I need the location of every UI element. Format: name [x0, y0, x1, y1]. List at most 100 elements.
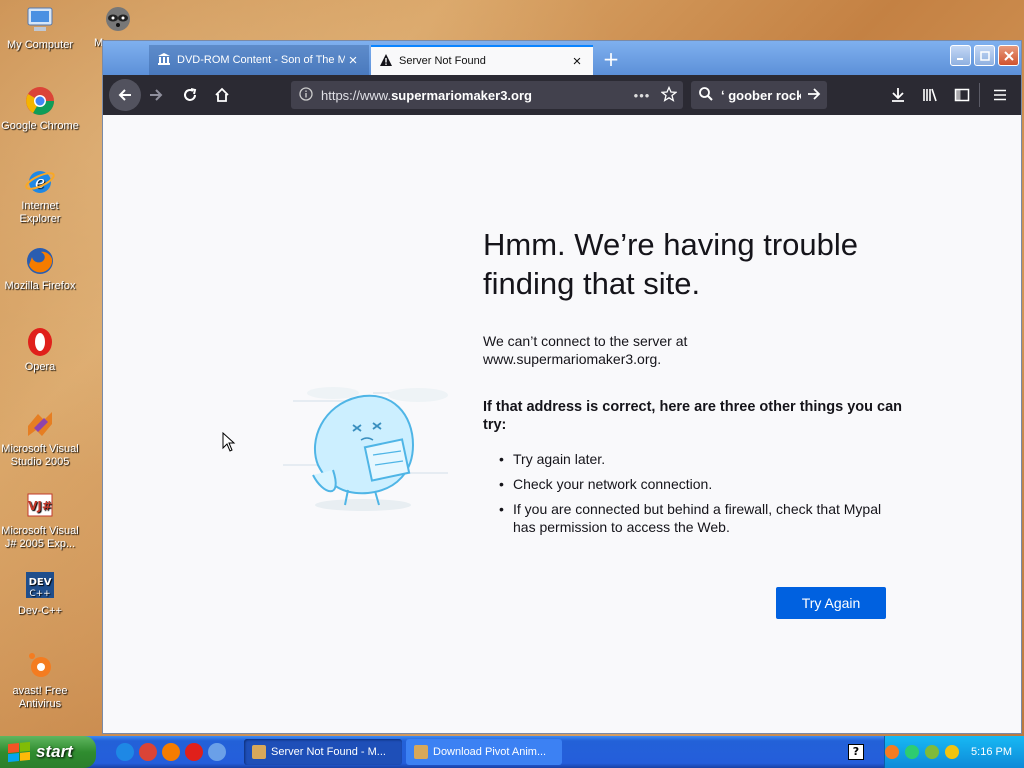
desktop-icon-avast[interactable]: avast! Free Antivirus [0, 650, 80, 711]
desktop-icon-firefox[interactable]: Mozilla Firefox [0, 245, 80, 293]
download-icon [892, 88, 904, 102]
desktop-icon-label: Dev-C++ [17, 605, 63, 617]
toolbar-separator [979, 83, 980, 107]
mouse-cursor-icon [222, 432, 236, 452]
tab-strip: DVD-ROM Content - Son of The M × Server … [103, 41, 1021, 75]
page-actions-menu-button[interactable]: ••• [629, 88, 655, 103]
tab-dvd-rom-content[interactable]: DVD-ROM Content - Son of The M × [149, 45, 369, 75]
taskbar-button-download-pivot[interactable]: Download Pivot Anim... [406, 739, 562, 765]
reload-button[interactable] [181, 87, 199, 103]
firefox-icon [24, 245, 56, 277]
help-icon[interactable]: ? [848, 744, 864, 760]
desktop-icon-label: Google Chrome [1, 120, 79, 132]
search-query: ʻ goober rock [721, 87, 801, 103]
visual-j-icon: VJ# [24, 490, 56, 522]
library-button[interactable] [921, 87, 939, 103]
minimize-button[interactable] [950, 45, 971, 66]
hamburger-menu-icon [994, 89, 1006, 101]
list-item: Try again later. [499, 450, 899, 468]
desktop-icon-label: Microsoft Visual J# 2005 Exp... [1, 525, 79, 550]
desktop-icon-devcpp[interactable]: DEV C++ Dev-C++ [0, 570, 80, 618]
arrow-right-icon [150, 89, 163, 101]
taskbar-button-server-not-found[interactable]: Server Not Found - M... [244, 739, 402, 765]
chrome-icon[interactable] [139, 743, 157, 761]
security-tray-icon[interactable] [925, 745, 940, 759]
menu-button[interactable] [991, 87, 1009, 103]
url-domain: supermariomaker3.org [391, 87, 532, 103]
close-window-button[interactable] [998, 45, 1019, 66]
svg-text:DEV: DEV [29, 577, 52, 588]
desktop-icon-my-computer[interactable]: My Computer [0, 4, 80, 52]
window-controls [950, 45, 1019, 66]
search-tray-icon[interactable] [945, 745, 960, 759]
taskbar-button-label: Server Not Found - M... [271, 746, 386, 758]
desktop-icon-label: My Computer [6, 39, 74, 51]
search-go-icon[interactable] [801, 86, 827, 105]
downloads-button[interactable] [889, 87, 907, 103]
ie-icon[interactable] [116, 743, 134, 761]
navigation-toolbar: https://www.supermariomaker3.org ••• ʻ g… [103, 75, 1021, 115]
info-icon[interactable] [291, 86, 321, 104]
start-button[interactable]: start [0, 736, 96, 768]
url-bar[interactable]: https://www.supermariomaker3.org ••• [291, 81, 683, 109]
forward-button[interactable] [147, 87, 165, 103]
app-icon [252, 745, 266, 759]
taskbar: start Server Not Found - M... Download P… [0, 736, 1024, 768]
start-label: start [36, 742, 73, 761]
sidebar-button[interactable] [953, 87, 971, 103]
try-again-button[interactable]: Try Again [776, 587, 886, 619]
maximize-button[interactable] [974, 45, 995, 66]
clock[interactable]: 5:16 PM [971, 746, 1012, 758]
app-icon [414, 745, 428, 759]
error-title: Hmm. We’re having trouble finding that s… [483, 227, 859, 301]
new-tab-button[interactable]: + [599, 47, 623, 71]
arrow-left-icon [118, 89, 131, 101]
sidebar-icon [954, 88, 970, 102]
back-button[interactable] [109, 79, 141, 111]
error-suggestions-list: Try again later. Check your network conn… [499, 450, 899, 543]
desktop-icon-opera[interactable]: Opera [0, 326, 80, 374]
firefox-icon[interactable] [162, 743, 180, 761]
url-prefix: https://www. [321, 87, 392, 103]
network-tray-icon[interactable] [905, 745, 920, 759]
devcpp-icon: DEV C++ [24, 570, 56, 602]
museum-icon [157, 52, 171, 69]
bookmark-star-icon[interactable] [655, 85, 683, 105]
desktop-icon-visual-studio[interactable]: Microsoft Visual Studio 2005 [0, 408, 80, 469]
chrome-icon [24, 85, 56, 117]
avast-icon [24, 650, 56, 682]
error-description: We can’t connect to the server at www.su… [483, 333, 688, 367]
tab-server-not-found[interactable]: Server Not Found × [371, 45, 593, 75]
desktop-icon-chrome[interactable]: Google Chrome [0, 85, 80, 133]
ie-icon: e [24, 165, 56, 197]
visual-studio-icon [24, 408, 56, 440]
desktop-icon-ie[interactable]: e Internet Explorer [0, 165, 80, 226]
desktop-icon-label: Opera [24, 361, 56, 373]
reload-icon [184, 88, 197, 101]
list-item: If you are connected but behind a firewa… [499, 500, 899, 536]
desktop-icon-label: Mozilla Firefox [4, 280, 76, 292]
error-illustration [283, 387, 448, 511]
search-icon [691, 86, 721, 105]
error-suggestions-heading: If that address is correct, here are thr… [483, 399, 903, 433]
home-button[interactable] [213, 87, 231, 103]
windows-logo-icon [8, 741, 30, 763]
tab-title: DVD-ROM Content - Son of The M [177, 54, 345, 66]
close-tab-icon[interactable]: × [569, 53, 585, 70]
browser-icon[interactable] [208, 743, 226, 761]
desktop-icon-visual-j[interactable]: VJ# Microsoft Visual J# 2005 Exp... [0, 490, 80, 551]
avast-tray-icon[interactable] [885, 745, 900, 759]
opera-icon [24, 326, 56, 358]
opera-icon[interactable] [185, 743, 203, 761]
desktop-icon-label: Microsoft Visual Studio 2005 [1, 443, 79, 468]
raccoon-icon [102, 2, 134, 34]
library-icon [923, 88, 937, 102]
search-bar[interactable]: ʻ goober rock [691, 81, 827, 109]
list-item: Check your network connection. [499, 475, 899, 493]
computer-icon [24, 4, 56, 36]
quick-launch [116, 743, 226, 761]
warning-icon [379, 53, 393, 70]
home-icon [215, 87, 229, 102]
taskbar-button-label: Download Pivot Anim... [433, 746, 547, 758]
close-tab-icon[interactable]: × [345, 52, 361, 69]
